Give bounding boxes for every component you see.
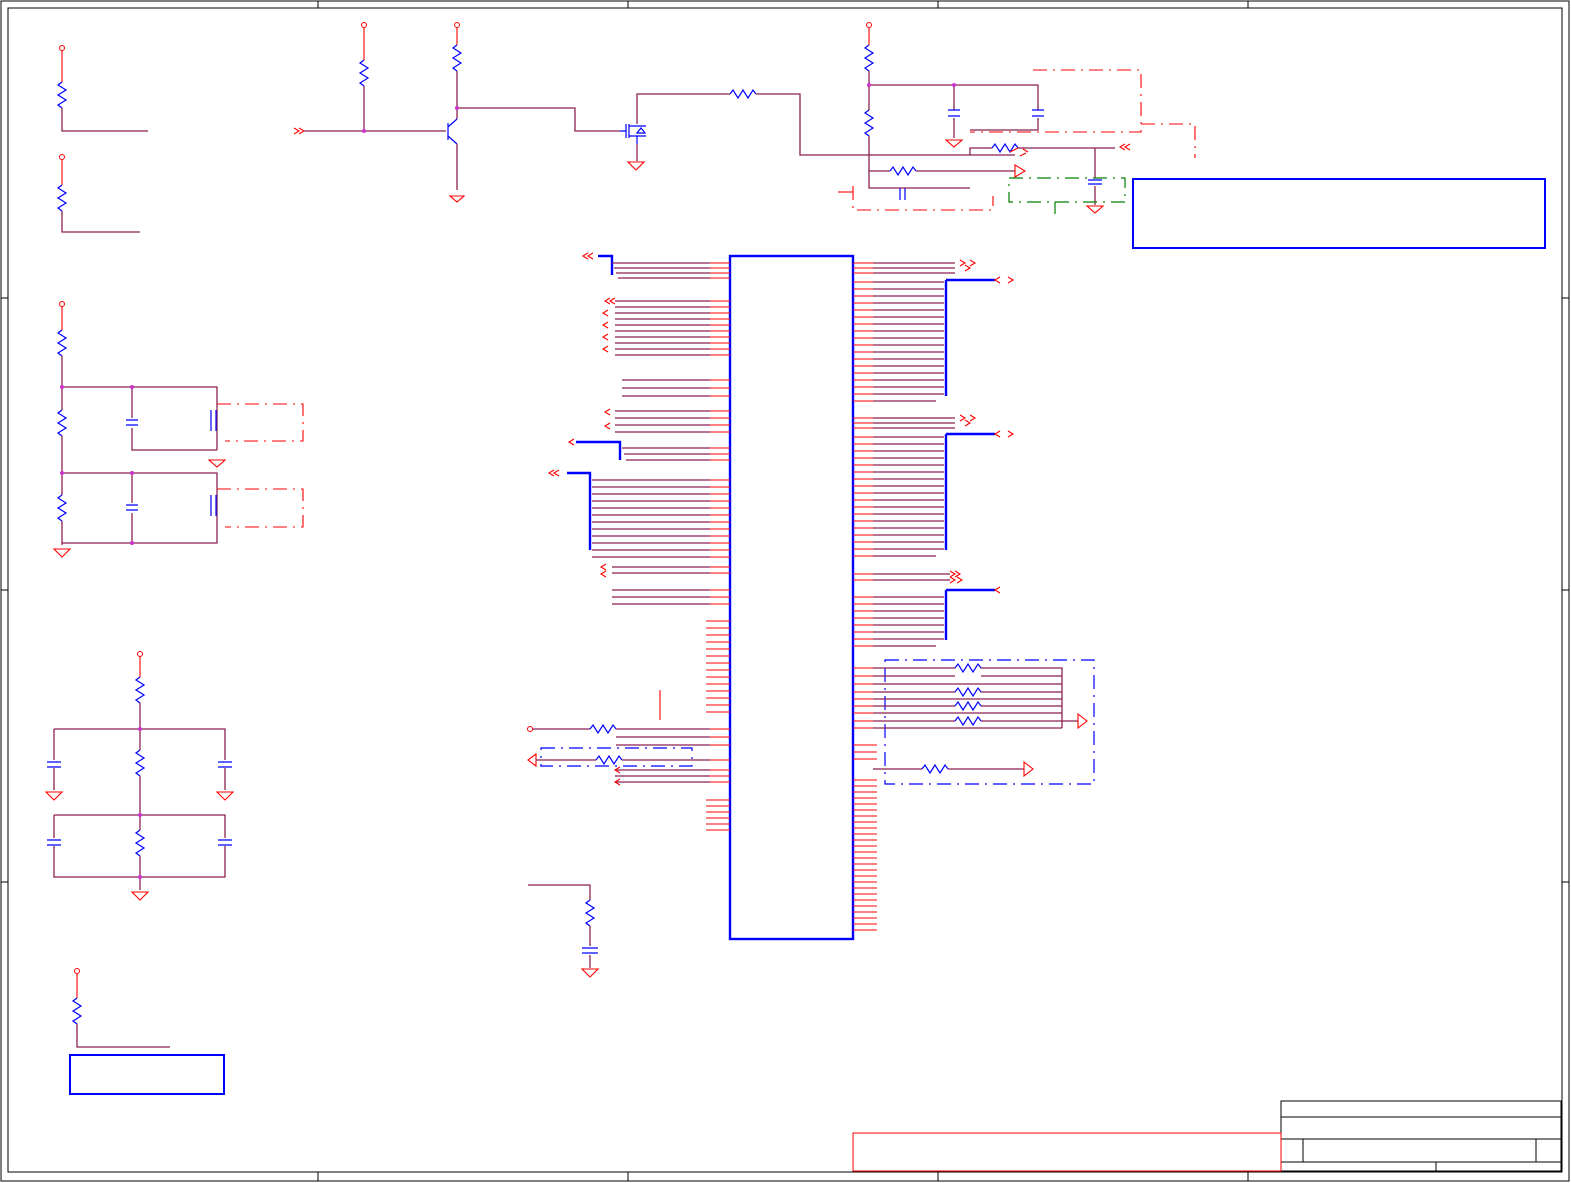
revision-box	[852, 1132, 1282, 1172]
main-ic	[728, 254, 855, 941]
rc-network-top-right	[838, 22, 1196, 214]
mosfet	[620, 88, 1015, 171]
divider-network-left	[44, 651, 235, 901]
ic-right-bus	[853, 259, 1095, 931]
note-box	[1132, 178, 1546, 249]
title-block	[852, 1100, 1562, 1172]
rc-ladder-left	[52, 301, 304, 558]
note-box-small	[69, 1054, 225, 1095]
transistor-driver	[293, 22, 620, 203]
pullup-bottom-left	[71, 968, 170, 1048]
pullup-group-top-left	[56, 45, 148, 233]
rc-bottom	[528, 884, 600, 978]
ic-left-bus	[527, 252, 730, 831]
